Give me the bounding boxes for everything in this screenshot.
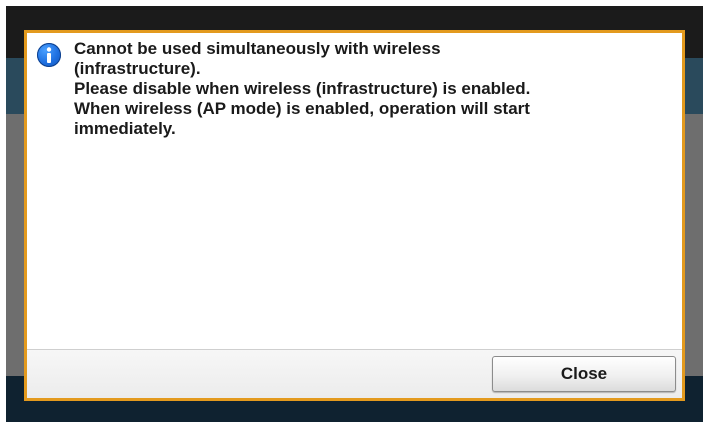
- info-dialog: Cannot be used simultaneously with wirel…: [24, 30, 685, 401]
- info-icon: [37, 43, 61, 67]
- dialog-message-area: Cannot be used simultaneously with wirel…: [27, 33, 682, 350]
- dialog-message: Cannot be used simultaneously with wirel…: [74, 39, 531, 138]
- dialog-footer: Close: [27, 349, 682, 398]
- close-button[interactable]: Close: [492, 356, 676, 392]
